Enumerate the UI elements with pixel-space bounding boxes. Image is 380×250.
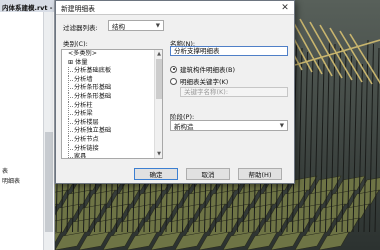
ok-button[interactable]: 确定 <box>134 168 178 180</box>
category-tree-item[interactable]: 分析基础底板 <box>62 67 162 76</box>
category-tree-item[interactable]: 分析独立基础 <box>62 127 162 136</box>
dialog-titlebar: 新建明细表 ✕ <box>56 1 294 15</box>
category-tree-item[interactable]: 分析链接 <box>62 144 162 154</box>
category-tree-item[interactable]: 家具 <box>62 153 162 158</box>
project-browser-title: 内体系建模.rvt - 项 <box>0 0 54 12</box>
cancel-button[interactable]: 取消 <box>186 168 230 180</box>
radio-schedule-keys[interactable]: 明细表关键字(K) <box>170 76 228 86</box>
chevron-down-icon: ▼ <box>279 122 284 129</box>
category-scroll-thumb[interactable] <box>156 59 162 99</box>
filter-list-value: 结构 <box>112 22 125 31</box>
category-label: 类别(C): <box>63 40 88 48</box>
category-tree-scrollbar[interactable]: ▲ ▼ <box>154 50 162 158</box>
new-schedule-dialog: 新建明细表 ✕ 过滤器列表: 结构 ▼ 类别(C): <多类别> ⊞ 体量 分析基础… <box>55 0 295 184</box>
category-tree-item[interactable]: 分析梁 <box>62 110 162 119</box>
browser-node-schedules[interactable]: 表 <box>2 166 8 175</box>
project-browser-panel: 内体系建模.rvt - 项 表 明细表 <box>0 0 55 250</box>
radio-unselected-icon <box>170 77 177 85</box>
phase-dropdown[interactable]: 新构造 ▼ <box>170 120 288 131</box>
chevron-down-icon: ▼ <box>155 22 160 29</box>
category-tree-item[interactable]: 分析节点 <box>62 135 162 145</box>
name-input[interactable]: 分析支撑明细表 <box>170 46 288 56</box>
radio-key-label: 明细表关键字(K) <box>180 78 229 86</box>
category-tree-item[interactable]: 分析柱 <box>62 101 162 111</box>
category-tree[interactable]: <多类别> ⊞ 体量 分析基础底板 分析墙 分析条形基础 分析条形基础 分析柱 分析梁 分析楼层… <box>61 49 163 159</box>
radio-building-component-schedule[interactable]: 建筑构件明细表(B) <box>170 64 235 74</box>
scroll-down-icon[interactable]: ▼ <box>155 150 162 158</box>
scroll-up-icon[interactable]: ▲ <box>155 50 162 58</box>
help-button[interactable]: 帮助(H) <box>238 168 282 180</box>
filter-list-dropdown[interactable]: 结构 ▼ <box>108 20 164 31</box>
browser-node-schedule-list[interactable]: 明细表 <box>2 176 20 185</box>
browser-scrollbar[interactable] <box>43 12 53 250</box>
category-tree-item[interactable]: <多类别> <box>62 50 162 59</box>
close-icon[interactable]: ✕ <box>276 1 294 14</box>
filter-list-label: 过滤器列表: <box>63 24 98 32</box>
dialog-title: 新建明细表 <box>61 4 95 13</box>
browser-scroll-thumb[interactable] <box>45 132 53 232</box>
key-name-input: 关键字名称(K): <box>180 87 288 97</box>
category-tree-item[interactable]: 分析条形基础 <box>62 92 162 102</box>
phase-value: 新构造 <box>174 122 194 131</box>
category-tree-item[interactable]: 分析条形基础 <box>62 84 162 93</box>
radio-selected-icon <box>170 65 177 73</box>
radio-build-label: 建筑构件明细表(B) <box>180 66 236 74</box>
category-tree-item[interactable]: ⊞ 体量 <box>62 59 162 68</box>
